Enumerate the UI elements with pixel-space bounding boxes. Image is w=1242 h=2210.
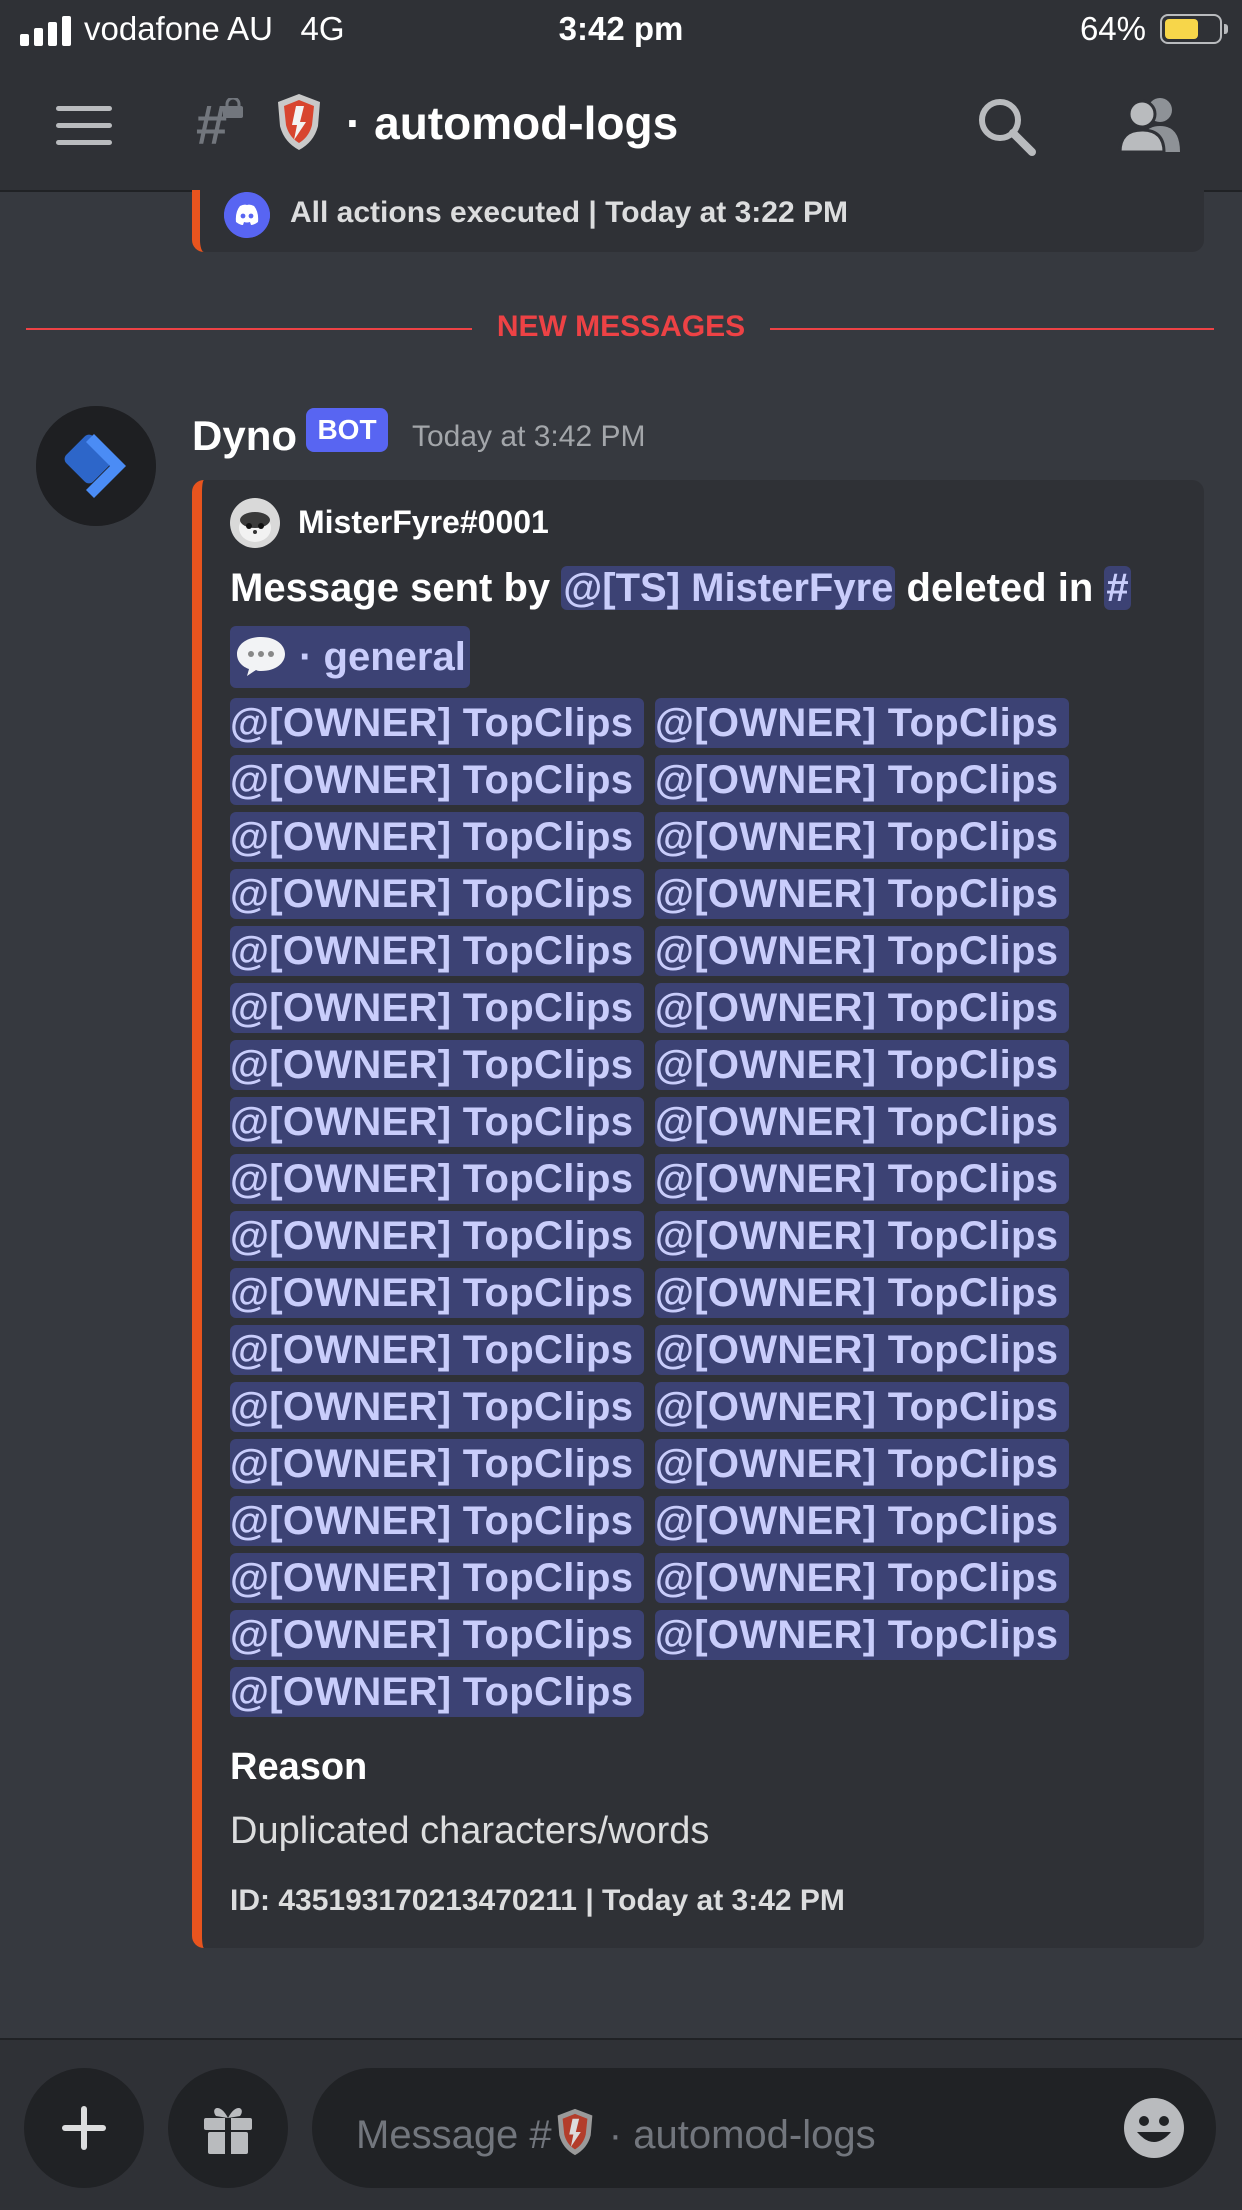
owner-mention[interactable]: @[OWNER] TopClips: [230, 755, 644, 805]
owner-mention[interactable]: @[OWNER] TopClips: [230, 698, 644, 748]
new-messages-label: NEW MESSAGES: [482, 310, 760, 343]
mention-row: @[OWNER] TopClips: [230, 1667, 1030, 1724]
mention-row: @[OWNER] TopClips @[OWNER] TopClips: [230, 1439, 1069, 1496]
mention-list: @[OWNER] TopClips @[OWNER] TopClips @[OWNE…: [230, 698, 1069, 1724]
owner-mention[interactable]: @[OWNER] TopClips: [230, 869, 644, 919]
battery-percent: 64%: [1079, 10, 1146, 47]
bot-tag: BOT: [306, 408, 388, 452]
mention-row: @[OWNER] TopClips @[OWNER] TopClips: [230, 1268, 1069, 1325]
owner-mention[interactable]: @[OWNER] TopClips: [655, 1496, 1069, 1546]
message-author[interactable]: Dyno: [192, 412, 297, 460]
top-bar: vodafone AU 4G 3:42 pm 64% # · automod-l…: [0, 0, 1242, 192]
status-time: 3:42 pm: [558, 10, 684, 47]
owner-mention[interactable]: @[OWNER] TopClips: [655, 1610, 1069, 1660]
channel-name: general: [323, 635, 466, 679]
owner-mention[interactable]: @[OWNER] TopClips: [230, 1154, 644, 1204]
owner-mention[interactable]: @[OWNER] TopClips: [230, 812, 644, 862]
owner-mention[interactable]: @[OWNER] TopClips: [655, 1439, 1069, 1489]
owner-mention[interactable]: @[OWNER] TopClips: [655, 812, 1069, 862]
members-icon[interactable]: [1118, 96, 1184, 154]
owner-mention[interactable]: @[OWNER] TopClips: [230, 1496, 644, 1546]
description-prefix: Message sent by: [230, 566, 562, 610]
owner-mention[interactable]: @[OWNER] TopClips: [230, 1268, 644, 1318]
owner-mention[interactable]: @[OWNER] TopClips: [230, 1211, 644, 1261]
lock-icon: [223, 98, 243, 118]
gift-icon[interactable]: [168, 2068, 288, 2188]
owner-mention[interactable]: @[OWNER] TopClips: [655, 1154, 1069, 1204]
shield-icon: [557, 2108, 593, 2156]
discord-icon: [224, 192, 270, 238]
mention-row: @[OWNER] TopClips @[OWNER] TopClips: [230, 755, 1069, 812]
automod-embed: MisterFyre#0001 Message sent by @[TS] Mi…: [192, 480, 1204, 1948]
mention-row: @[OWNER] TopClips @[OWNER] TopClips: [230, 1610, 1069, 1667]
user-mention[interactable]: @[TS] MisterFyre: [561, 566, 896, 610]
mention-row: @[OWNER] TopClips @[OWNER] TopClips: [230, 1097, 1069, 1154]
battery-fill: [1165, 19, 1198, 39]
owner-mention[interactable]: @[OWNER] TopClips: [230, 1439, 644, 1489]
owner-mention[interactable]: @[OWNER] TopClips: [230, 983, 644, 1033]
battery-icon: [1160, 14, 1228, 44]
composer-bar: Message # · automod-logs: [0, 2038, 1242, 2210]
mention-row: @[OWNER] TopClips @[OWNER] TopClips: [230, 1325, 1069, 1382]
owner-mention[interactable]: @[OWNER] TopClips: [230, 1667, 644, 1717]
owner-mention[interactable]: @[OWNER] TopClips: [655, 1097, 1069, 1147]
mention-row: @[OWNER] TopClips @[OWNER] TopClips: [230, 983, 1069, 1040]
owner-mention[interactable]: @[OWNER] TopClips: [655, 1325, 1069, 1375]
channel-title: · automod-logs: [346, 97, 679, 149]
message-timestamp: Today at 3:42 PM: [412, 420, 646, 453]
speech-bubble-icon: [237, 637, 285, 676]
owner-mention[interactable]: @[OWNER] TopClips: [655, 755, 1069, 805]
owner-mention[interactable]: @[OWNER] TopClips: [230, 1610, 644, 1660]
description-middle: deleted in: [895, 566, 1105, 610]
status-bar: vodafone AU 4G 3:42 pm 64%: [0, 0, 1242, 62]
embed-footer: ID: 435193170213470211 | Today at 3:42 P…: [230, 1884, 845, 1917]
previous-embed: All actions executed | Today at 3:22 PM: [192, 190, 1204, 252]
owner-mention[interactable]: @[OWNER] TopClips: [655, 1268, 1069, 1318]
mention-row: @[OWNER] TopClips @[OWNER] TopClips: [230, 1553, 1069, 1610]
dyno-avatar-icon[interactable]: [36, 406, 156, 526]
plus-icon[interactable]: [24, 2068, 144, 2188]
owner-mention[interactable]: @[OWNER] TopClips: [655, 926, 1069, 976]
owner-mention[interactable]: @[OWNER] TopClips: [655, 1553, 1069, 1603]
channel-mention[interactable]: · general: [230, 626, 470, 688]
owner-mention[interactable]: @[OWNER] TopClips: [230, 1553, 644, 1603]
message-input-placeholder: Message # · automod-logs: [356, 2106, 876, 2158]
mention-row: @[OWNER] TopClips @[OWNER] TopClips: [230, 926, 1069, 983]
owner-mention[interactable]: @[OWNER] TopClips: [230, 926, 644, 976]
channel-mention-pill[interactable]: · general: [230, 626, 470, 688]
owner-mention[interactable]: @[OWNER] TopClips: [655, 869, 1069, 919]
shield-icon: [278, 94, 320, 150]
mention-row: @[OWNER] TopClips @[OWNER] TopClips: [230, 812, 1069, 869]
owner-mention[interactable]: @[OWNER] TopClips: [655, 983, 1069, 1033]
owner-mention[interactable]: @[OWNER] TopClips: [230, 1325, 644, 1375]
emoji-icon[interactable]: [1122, 2096, 1186, 2160]
owner-mention[interactable]: @[OWNER] TopClips: [655, 1211, 1069, 1261]
previous-embed-footer: All actions executed | Today at 3:22 PM: [290, 196, 849, 229]
message-input[interactable]: Message # · automod-logs: [312, 2068, 1216, 2188]
channel-mention-hash[interactable]: #: [1104, 566, 1131, 610]
embed-field-name: Reason: [230, 1746, 368, 1788]
embed-author-avatar[interactable]: [230, 498, 280, 548]
owner-mention[interactable]: @[OWNER] TopClips: [230, 1097, 644, 1147]
owner-mention[interactable]: @[OWNER] TopClips: [230, 1040, 644, 1090]
mention-row: @[OWNER] TopClips @[OWNER] TopClips: [230, 1154, 1069, 1211]
mention-row: @[OWNER] TopClips @[OWNER] TopClips: [230, 1382, 1069, 1439]
owner-mention[interactable]: @[OWNER] TopClips: [230, 1382, 644, 1432]
embed-field-value: Duplicated characters/words: [230, 1810, 710, 1852]
channel-separator: ·: [288, 635, 324, 679]
mention-row: @[OWNER] TopClips @[OWNER] TopClips: [230, 869, 1069, 926]
mention-row: @[OWNER] TopClips @[OWNER] TopClips: [230, 1211, 1069, 1268]
channel-title-name: automod-logs: [374, 97, 679, 149]
owner-mention[interactable]: @[OWNER] TopClips: [655, 698, 1069, 748]
mention-row: @[OWNER] TopClips @[OWNER] TopClips: [230, 698, 1069, 755]
embed-author-name[interactable]: MisterFyre#0001: [298, 504, 549, 541]
new-messages-divider: NEW MESSAGES: [0, 310, 1242, 344]
search-icon[interactable]: [976, 96, 1036, 156]
mention-row: @[OWNER] TopClips @[OWNER] TopClips: [230, 1496, 1069, 1553]
mention-row: @[OWNER] TopClips @[OWNER] TopClips: [230, 1040, 1069, 1097]
owner-mention[interactable]: @[OWNER] TopClips: [655, 1382, 1069, 1432]
embed-description: Message sent by @[TS] MisterFyre deleted…: [230, 566, 1131, 611]
owner-mention[interactable]: @[OWNER] TopClips: [655, 1040, 1069, 1090]
menu-icon[interactable]: [56, 106, 112, 146]
